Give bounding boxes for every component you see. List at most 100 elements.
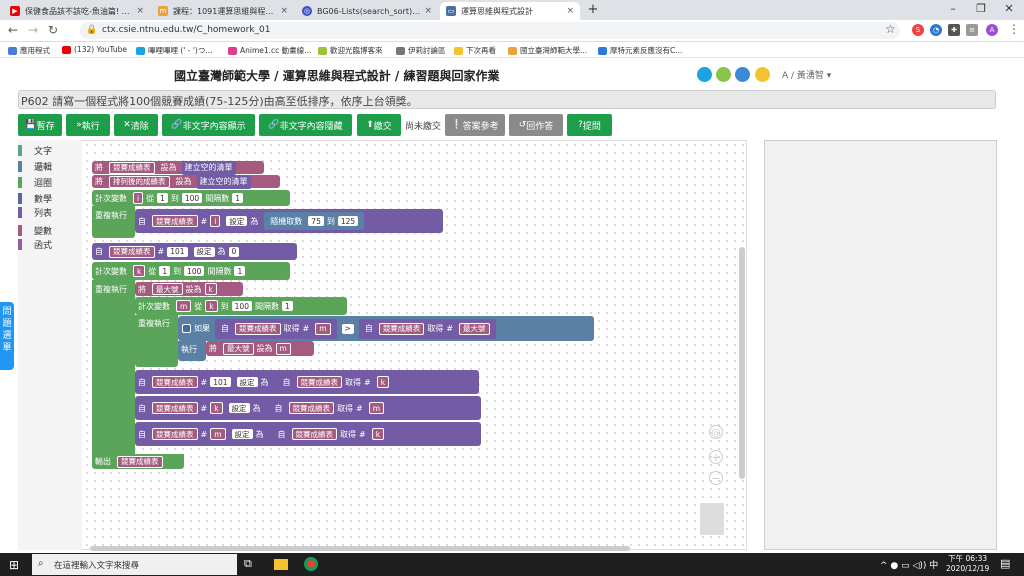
forward-icon[interactable]: → [28, 23, 38, 37]
puzzle-icon[interactable]: ✚ [948, 24, 960, 36]
notification-icon[interactable]: ▤ [1000, 557, 1010, 570]
list-get-block[interactable]: 自競賽成績表 取得 # k [276, 373, 396, 391]
help-button[interactable]: ? 提問 [567, 114, 612, 136]
site-icon [598, 46, 607, 55]
bookmark-item[interactable]: 伊莉討論區 [396, 45, 446, 56]
hide-nontext-button[interactable]: 🔗 非文字內容隱藏 [259, 114, 352, 136]
page-title: 國立臺灣師範大學 / 運算思維與程式設計 / 練習題與回家作業 [174, 69, 500, 83]
lion-avatar-icon[interactable] [755, 67, 770, 82]
loop-do-label: 重複執行 [92, 280, 135, 454]
submit-button[interactable]: ⬆ 繳交 [357, 114, 401, 136]
browser-tab[interactable]: ◎BG06-Lists(search_sort)(studen× [296, 2, 438, 20]
clear-button[interactable]: ✕ 清除 [114, 114, 158, 136]
category-variables[interactable]: 變數 [18, 224, 52, 237]
bookmark-item[interactable]: Anime1.cc 動畫線... [228, 45, 311, 56]
list-get-block[interactable]: 自競賽成績表 取得 # m [268, 399, 391, 417]
output-panel [764, 140, 997, 550]
monster-avatar-icon[interactable] [716, 67, 731, 82]
bookmark-item[interactable]: (132) YouTube [62, 45, 127, 54]
close-tab-icon[interactable]: × [566, 6, 574, 16]
profile-avatar[interactable]: A [986, 24, 998, 36]
workspace-vscrollbar[interactable] [739, 247, 745, 479]
set-max-block[interactable]: 將最大號 設為 k [135, 282, 243, 296]
if-block[interactable]: 如果自競賽成績表 取得 # m > 自競賽成績表 取得 # 最大號 [178, 316, 594, 341]
user-menu[interactable]: A / 黃湧智 ▾ [782, 68, 831, 81]
category-text[interactable]: 文字 [18, 144, 52, 157]
menu-icon[interactable]: ⋮ [1008, 22, 1020, 36]
category-functions[interactable]: 函式 [18, 238, 52, 251]
maximize-icon[interactable]: ❐ [968, 2, 994, 15]
set-max-block[interactable]: 將最大號 設為 m [206, 341, 314, 356]
bookmark-star-icon[interactable]: ☆ [885, 22, 896, 36]
set-list1-block[interactable]: 將競賽成績表 設為 建立空的清單 [92, 160, 264, 175]
browser-tab[interactable]: ▶保健食品該不該吃-魚油篇! 第一支× [4, 2, 150, 20]
show-nontext-button[interactable]: 🔗 非文字內容顯示 [162, 114, 255, 136]
for-loop-block[interactable]: 計次變數 m 從 k 到 100 間隔數 1 [135, 297, 347, 315]
list-set-block[interactable]: 自競賽成績表 #101 設定為自競賽成績表 取得 # k [135, 370, 479, 394]
back-icon[interactable]: ← [8, 23, 18, 37]
random-int-block[interactable]: 隨機取數 75 到 125 [264, 212, 365, 230]
answer-reference-button[interactable]: ❕ 答案參考 [445, 114, 505, 136]
bookmark-item[interactable]: 應用程式 [8, 45, 50, 56]
question-menu-tab[interactable]: 問題選單 [0, 302, 14, 370]
create-empty-list-block[interactable]: 建立空的清單 [181, 160, 236, 175]
zoom-in-icon[interactable]: + [709, 450, 723, 464]
close-window-icon[interactable]: ✕ [996, 2, 1022, 15]
list-set-block[interactable]: 自競賽成績表 # m 設定為自競賽成績表 取得 # k [135, 422, 481, 446]
list-get-block[interactable]: 自競賽成績表 取得 # k [271, 425, 391, 443]
close-tab-icon[interactable]: × [136, 6, 144, 16]
bookmark-item[interactable]: 下次再看 [454, 45, 496, 56]
task-view-icon[interactable]: ⧉ [244, 557, 252, 571]
category-logic[interactable]: 邏輯 [18, 160, 52, 173]
category-lists[interactable]: 列表 [18, 206, 52, 219]
chrome-icon[interactable] [304, 557, 318, 571]
browser-tab-active[interactable]: ▭ 運算思維與程式設計 × [440, 2, 580, 20]
list-icon[interactable]: ≡ [966, 24, 978, 36]
minimize-icon[interactable]: – [940, 2, 966, 15]
trash-icon[interactable] [700, 503, 724, 535]
restore-answer-button[interactable]: ↺ 回作答 [509, 114, 563, 136]
list-set-block[interactable]: 自競賽成績表 #101 設定為 0 [92, 243, 297, 260]
url-input[interactable]: ctx.csie.ntnu.edu.tw/C_homework_01 [80, 22, 900, 39]
for-loop-block[interactable]: 計次變數 i 從 1 到 100 間隔數 1 [92, 190, 290, 206]
close-tab-icon[interactable]: × [424, 6, 432, 16]
windows-start-icon[interactable]: ⊞ [9, 558, 19, 572]
extension-icon[interactable]: S [912, 24, 924, 36]
block-toolbox: 文字 邏輯 迴圈 數學 列表 變數 函式 [18, 140, 82, 550]
taskbar-search-input[interactable]: 在這裡輸入文字來搜尋 [32, 554, 237, 575]
list-get-block[interactable]: 自競賽成績表 取得 # m [215, 318, 337, 339]
recenter-icon[interactable]: ◎ [709, 425, 723, 439]
list-get-block[interactable]: 自競賽成績表 取得 # 最大號 [358, 318, 496, 339]
list-set-block[interactable]: 自競賽成績表 # i 設定為隨機取數 75 到 125 [135, 209, 443, 233]
create-empty-list-block[interactable]: 建立空的清單 [196, 174, 251, 189]
robot-avatar-icon[interactable] [735, 67, 750, 82]
save-button[interactable]: 💾 暫存 [18, 114, 62, 136]
category-loops[interactable]: 迴圈 [18, 176, 52, 189]
reload-icon[interactable]: ↻ [48, 23, 58, 37]
new-tab-button[interactable]: + [580, 2, 606, 17]
file-explorer-icon[interactable] [274, 559, 288, 570]
folder-icon [454, 46, 463, 55]
run-button[interactable]: » 執行 [66, 114, 110, 136]
extension-icon[interactable]: ◔ [930, 24, 942, 36]
zoom-out-icon[interactable]: − [709, 471, 723, 485]
bookmark-item[interactable]: 歡迎光臨博客來 [318, 45, 383, 56]
category-math[interactable]: 數學 [18, 192, 52, 205]
clock[interactable]: 下午 06:33 2020/12/19 [946, 554, 989, 574]
bookmark-item[interactable]: 摩特元素反應沒有C... [598, 45, 682, 56]
question-title: P602 請寫一個程式將100個競賽成績(75-125分)由高至低排序，依序上台… [18, 90, 996, 109]
for-loop-block[interactable]: 計次變數 k 從 1 到 100 間隔數 1 [92, 262, 290, 280]
workspace-hscrollbar[interactable] [90, 546, 630, 551]
bookmark-item[interactable]: 嗶哩嗶哩 (' - ')つ... [136, 45, 213, 56]
tray-icons[interactable]: ^ ● ▭ ◁)) 中 [880, 558, 938, 571]
bookmark-item[interactable]: 國立臺灣師範大學... [508, 45, 587, 56]
youtube-icon [62, 45, 71, 54]
browser-tab[interactable]: m課程：1091運算思維與程式設計× [152, 2, 294, 20]
youtube-icon: ▶ [10, 6, 20, 16]
list-set-block[interactable]: 自競賽成績表 # k 設定為自競賽成績表 取得 # m [135, 396, 481, 420]
home-avatar-icon[interactable] [697, 67, 712, 82]
output-block[interactable]: 輸出 競賽成績表 [92, 454, 184, 469]
close-tab-icon[interactable]: × [280, 6, 288, 16]
set-list2-block[interactable]: 將排列後的成績表 設為 建立空的清單 [92, 174, 280, 189]
gear-icon[interactable] [182, 324, 191, 333]
